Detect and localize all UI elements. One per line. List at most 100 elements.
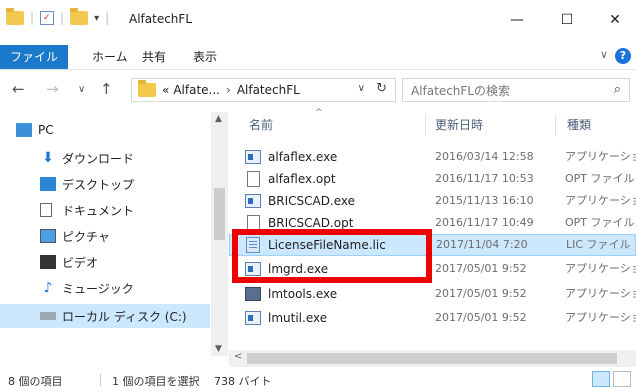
sidebar-item-pictures[interactable]: ピクチャ (0, 224, 210, 248)
tab-home[interactable]: ホーム (82, 46, 138, 68)
sidebar-item-downloads[interactable]: ⬇ ダウンロード (0, 146, 210, 170)
sidebar-item-music[interactable]: ♪ ミュージック (0, 276, 210, 300)
expand-ribbon-icon[interactable]: ∨ (600, 48, 608, 61)
recent-locations-button[interactable]: ∨ (78, 84, 85, 95)
navigation-bar: ← → ∨ ↑ « Alfate... › AlfatechFL ∨ ↻ Alf… (0, 74, 636, 106)
column-header-name[interactable]: 名前 (249, 112, 273, 138)
license-file-icon (246, 237, 260, 253)
address-prefix[interactable]: « (162, 83, 169, 97)
help-icon[interactable]: ? (615, 48, 631, 64)
scroll-up-icon[interactable]: ▲ (215, 114, 222, 124)
file-type: アプリケーション (565, 311, 636, 324)
opt-file-icon (247, 171, 260, 187)
file-name: LicenseFileName.lic (268, 238, 386, 252)
forward-button[interactable]: → (46, 80, 59, 98)
file-row-selected[interactable]: LicenseFileName.lic 2017/11/04 7:20 LIC … (229, 234, 636, 256)
file-date: 2016/11/17 10:53 (435, 172, 534, 185)
quick-access-dropdown-icon[interactable]: ▾ (94, 13, 99, 24)
file-row[interactable]: lmtools.exe 2017/05/01 9:52 アプリケーション (229, 283, 636, 305)
sidebar-item-desktop[interactable]: デスクトップ (0, 172, 210, 196)
local-disk-icon (40, 312, 56, 320)
application-file-icon (245, 194, 261, 208)
file-row[interactable]: BRICSCAD.exe 2015/11/13 16:10 アプリケーション (229, 190, 636, 212)
toolbar-separator: | (105, 11, 110, 25)
file-type: アプリケーション (565, 194, 636, 207)
desktop-icon (40, 177, 56, 191)
column-divider[interactable] (555, 114, 556, 136)
file-name: BRICSCAD.exe (268, 194, 356, 208)
file-name: alfaflex.exe (268, 150, 338, 164)
breadcrumb-separator[interactable]: › (226, 83, 231, 97)
sidebar-item-label: PC (38, 123, 54, 137)
address-bar[interactable]: « Alfate... › AlfatechFL ∨ ↻ (131, 78, 396, 102)
file-type: OPT ファイル (565, 172, 635, 185)
file-list-horizontal-scrollbar[interactable]: < (229, 350, 636, 367)
file-row[interactable]: alfaflex.exe 2016/03/14 12:58 アプリケーション (229, 146, 636, 168)
file-name: lmtools.exe (268, 287, 338, 301)
ribbon: ファイル ホーム 共有 表示 ∨ ? (0, 40, 636, 70)
search-placeholder[interactable]: AlfatechFLの検索 (411, 82, 510, 99)
file-type: アプリケーション (565, 287, 636, 300)
column-header-date[interactable]: 更新日時 (435, 112, 483, 138)
search-box[interactable]: AlfatechFLの検索 ⌕ (402, 78, 630, 102)
videos-icon (40, 255, 56, 269)
refresh-icon[interactable]: ↻ (376, 81, 387, 96)
sidebar-item-videos[interactable]: ビデオ (0, 250, 210, 274)
sidebar-item-documents[interactable]: ドキュメント (0, 198, 210, 222)
new-folder-icon[interactable] (70, 8, 89, 25)
file-type: アプリケーション (565, 150, 636, 163)
column-header-type[interactable]: 種類 (567, 112, 591, 138)
status-selected-size: 738 バイト (214, 375, 272, 388)
tab-view[interactable]: 表示 (183, 46, 227, 68)
close-button[interactable]: ✕ (595, 6, 635, 34)
file-date: 2016/11/17 10:49 (435, 216, 534, 229)
file-row[interactable]: lmgrd.exe 2017/05/01 9:52 アプリケーション (229, 258, 636, 280)
folder-icon (6, 8, 24, 25)
file-type: OPT ファイル (565, 216, 635, 229)
search-icon[interactable]: ⌕ (614, 82, 621, 97)
address-dropdown-icon[interactable]: ∨ (358, 83, 365, 94)
scrollbar-thumb[interactable] (214, 188, 225, 240)
tab-share[interactable]: 共有 (132, 46, 176, 68)
properties-icon[interactable]: ✓ (40, 11, 55, 25)
sidebar-item-label: ドキュメント (62, 203, 135, 218)
application-file-icon (245, 311, 261, 325)
back-button[interactable]: ← (12, 80, 25, 98)
tab-file[interactable]: ファイル (0, 45, 69, 69)
address-folder-icon (138, 80, 156, 97)
sidebar-item-pc[interactable]: PC (0, 118, 210, 142)
file-name: BRICSCAD.opt (268, 216, 354, 230)
maximize-button[interactable]: ☐ (547, 6, 587, 34)
minimize-button[interactable]: — (497, 6, 537, 34)
sidebar-item-label: ローカル ディスク (C:) (62, 309, 187, 324)
column-divider[interactable] (425, 114, 426, 136)
details-view-icon[interactable] (592, 371, 610, 387)
opt-file-icon (247, 215, 260, 231)
download-icon: ⬇ (42, 150, 54, 166)
quick-access-toolbar: | ✓ | ▾ | (6, 8, 110, 25)
status-divider (100, 374, 101, 386)
scroll-down-icon[interactable]: ▼ (215, 344, 222, 354)
breadcrumb-alfatech[interactable]: Alfate... (173, 83, 220, 97)
status-bar: 8 個の項目 1 個の項目を選択 738 バイト (0, 368, 636, 392)
up-button[interactable]: ↑ (100, 80, 113, 98)
scrollbar-thumb[interactable] (247, 353, 617, 364)
file-name: alfaflex.opt (268, 172, 336, 186)
file-list: ^ 名前 更新日時 種類 alfaflex.exe 2016/03/14 12:… (229, 108, 636, 350)
file-type: アプリケーション (565, 262, 636, 275)
file-row[interactable]: alfaflex.opt 2016/11/17 10:53 OPT ファイル (229, 168, 636, 190)
file-date: 2015/11/13 16:10 (435, 194, 534, 207)
file-date: 2017/11/04 7:20 (436, 238, 528, 251)
large-icons-view-icon[interactable] (613, 371, 631, 387)
file-row[interactable]: BRICSCAD.opt 2016/11/17 10:49 OPT ファイル (229, 212, 636, 234)
sidebar-item-local-disk[interactable]: ローカル ディスク (C:) (0, 304, 210, 328)
scroll-left-icon[interactable]: < (234, 351, 242, 362)
pc-icon (16, 123, 32, 137)
file-name: lmutil.exe (268, 311, 328, 325)
file-date: 2017/05/01 9:52 (435, 311, 527, 324)
breadcrumb-alfatechfl[interactable]: AlfatechFL (237, 83, 300, 97)
status-item-count: 8 個の項目 (8, 375, 63, 388)
file-row[interactable]: lmutil.exe 2017/05/01 9:52 アプリケーション (229, 307, 636, 329)
sidebar-scrollbar[interactable]: ▲ ▼ (211, 112, 228, 356)
application-file-icon (245, 262, 261, 276)
